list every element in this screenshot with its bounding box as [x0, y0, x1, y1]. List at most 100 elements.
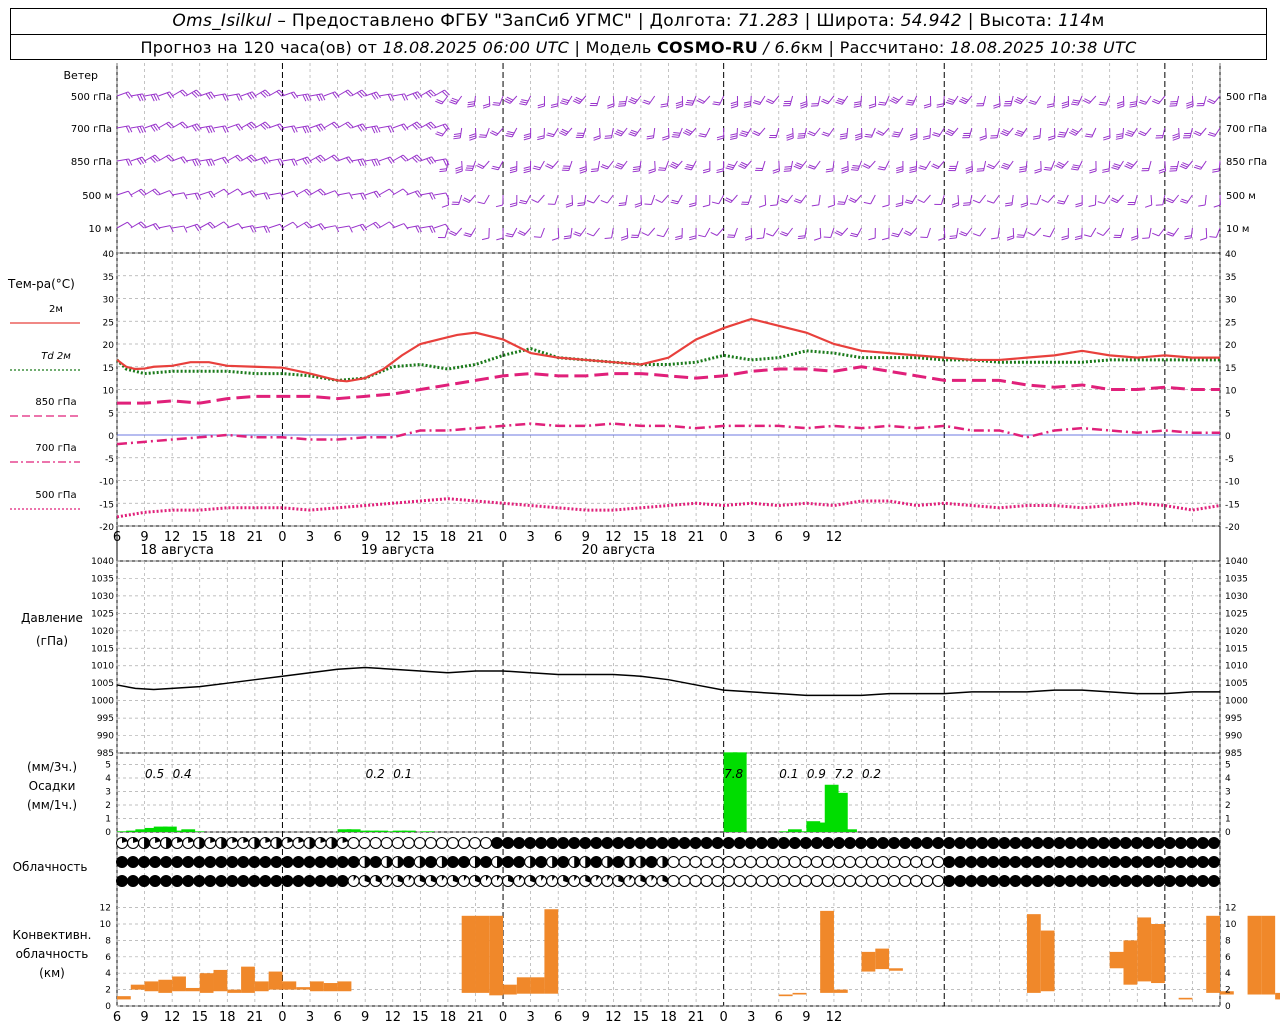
prec-y-tick-right: 5: [1225, 761, 1231, 771]
wind-barb-feather: [389, 188, 395, 195]
cloud-symbol: [1086, 856, 1099, 868]
cloud-symbol: [590, 856, 603, 868]
wind-barb: [420, 225, 436, 234]
cloud-symbol: [182, 856, 195, 868]
cloud-fill: [215, 875, 227, 887]
wind-barb-feather: [993, 103, 1001, 107]
conv-y-tick-right: 10: [1225, 920, 1237, 930]
cloud-circle: [788, 856, 801, 868]
wind-barb: [1083, 227, 1097, 238]
wind-barb: [533, 227, 545, 238]
cloud-symbol: [843, 837, 856, 849]
wind-barb: [1048, 127, 1056, 141]
wind-barb: [158, 225, 174, 233]
cloud-symbol: [943, 856, 956, 868]
cloud-fill: [524, 837, 536, 849]
conv-y-tick-right: 0: [1225, 1002, 1231, 1012]
cloud-fill: [441, 856, 448, 868]
wind-barb: [1004, 194, 1014, 207]
wind-barb: [1016, 227, 1028, 238]
x-tick-label: 18: [219, 1010, 236, 1024]
wind-barb: [505, 127, 518, 138]
cloud-symbol: [1053, 856, 1066, 868]
wind-barb-staff: [730, 194, 738, 203]
cloud-fill: [888, 837, 900, 849]
cloud-symbol: [413, 856, 426, 868]
wind-barb-feather: [1195, 164, 1203, 168]
wind-barb-staff: [116, 190, 129, 196]
cloud-symbol: [446, 875, 459, 887]
cloud-fill: [1131, 837, 1143, 849]
cloud-symbol: [468, 837, 481, 849]
wind-barb: [646, 127, 656, 140]
wind-barb: [972, 227, 987, 237]
wind-barb: [923, 95, 932, 109]
pres-y-tick: 1025: [91, 609, 114, 619]
wind-barb-feather: [537, 137, 545, 141]
wind-barb: [144, 123, 161, 132]
wind-barb-feather: [632, 170, 640, 173]
wind-barb-feather: [1058, 133, 1066, 136]
cloud-circle: [843, 856, 856, 868]
cloud-symbol: [303, 837, 316, 849]
wind-barb-feather: [741, 130, 749, 134]
wind-barb-feather: [139, 126, 144, 133]
cloud-fill: [480, 856, 492, 868]
wind-barb-feather: [263, 193, 268, 200]
wind-barb-feather: [865, 133, 873, 136]
wind-barb-feather: [1172, 137, 1180, 141]
cloud-symbol: [513, 856, 526, 868]
cloud-symbol: [457, 837, 470, 849]
wind-barb-staff: [552, 127, 559, 137]
cloud-symbol: [502, 856, 515, 868]
wind-barb-feather: [868, 105, 876, 109]
wind-barb-staff: [1053, 95, 1056, 107]
conv-cloud-bar: [199, 973, 214, 993]
cloud-symbol: [1141, 875, 1154, 887]
wind-barb: [891, 227, 904, 238]
wind-barb-feather: [429, 226, 433, 234]
wind-barb: [1111, 160, 1124, 170]
cloud-symbol: [1163, 875, 1176, 887]
conv-cloud-bar: [1123, 940, 1138, 985]
wind-barb: [309, 93, 326, 102]
wind-barb: [144, 154, 161, 164]
wind-barb-feather: [641, 232, 649, 237]
wind-barb: [435, 95, 449, 105]
wind-barb: [1213, 194, 1221, 208]
wind-barb-feather: [712, 103, 720, 106]
cloud-symbol: [744, 875, 757, 887]
wind-barb-feather: [523, 166, 531, 169]
wind-barb: [1061, 227, 1069, 241]
cloud-circle: [722, 856, 735, 868]
wind-barb-staff: [1104, 194, 1111, 204]
wind-barb-staff: [1108, 160, 1111, 172]
wind-barb: [853, 95, 863, 108]
wind-barb: [171, 89, 188, 97]
cloud-fill: [601, 837, 613, 849]
cloud-fill: [645, 837, 657, 849]
wind-barb: [793, 194, 807, 204]
cloud-symbol: [788, 837, 801, 849]
wind-barb-feather: [772, 168, 780, 172]
wind-barb-feather: [917, 199, 925, 204]
wind-barb: [1179, 194, 1193, 204]
cloud-fill: [579, 837, 591, 849]
cloud-circle: [468, 837, 481, 849]
cloud-fill: [954, 856, 966, 868]
wind-barb-feather: [252, 225, 257, 233]
cloud-fill: [1109, 837, 1121, 849]
wind-barb-staff: [789, 95, 794, 106]
wind-barb: [934, 194, 945, 206]
cloud-symbol: [292, 837, 305, 849]
conv-cloud-bar: [861, 951, 876, 972]
wind-barb-feather: [521, 99, 529, 102]
temp-y-tick: 25: [103, 318, 114, 328]
wind-barb-staff: [268, 192, 281, 196]
cloud-symbol: [866, 856, 879, 868]
wind-barb-feather: [965, 168, 973, 172]
wind-barb-staff: [1148, 160, 1152, 171]
cloud-symbol: [127, 837, 140, 849]
wind-barb: [1152, 227, 1166, 237]
wind-barb-feather: [1116, 103, 1124, 107]
